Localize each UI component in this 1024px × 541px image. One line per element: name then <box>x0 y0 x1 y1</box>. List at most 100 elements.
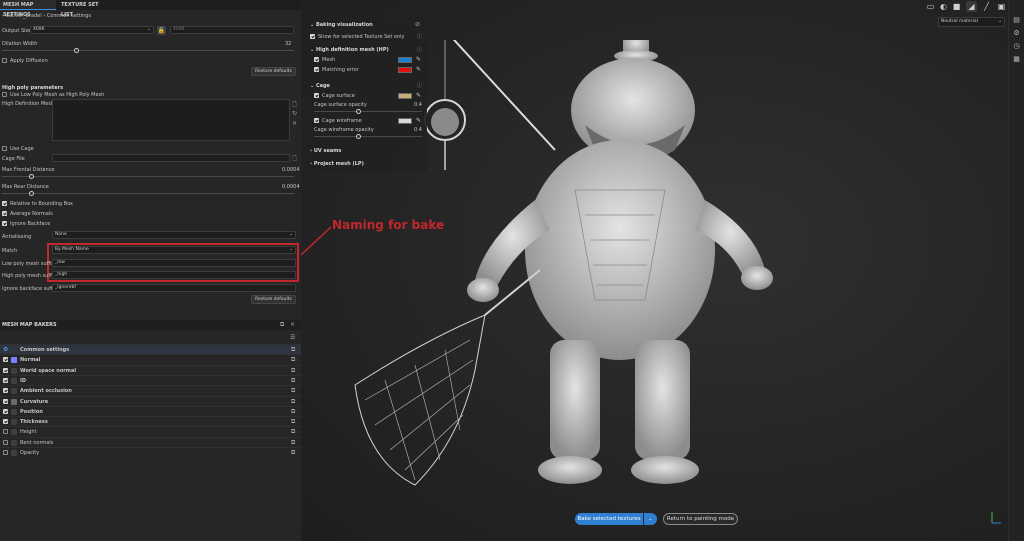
lock-icon[interactable]: 🔒 <box>157 26 166 35</box>
baker-checkbox[interactable] <box>3 450 8 455</box>
low-poly-suffix-input[interactable]: _low <box>52 259 296 267</box>
apply-diffusion-checkbox[interactable] <box>2 58 7 63</box>
tab-mesh-map-settings[interactable]: MESH MAP SETTINGS <box>0 0 56 18</box>
baker-row[interactable]: Bent normals ⧉ <box>0 436 301 447</box>
screenshot-icon[interactable]: ▣ <box>996 1 1007 12</box>
cage-file-field[interactable] <box>52 154 290 162</box>
cage-surface-opacity-slider[interactable] <box>314 111 422 112</box>
eyedropper-icon[interactable]: ✎ <box>416 92 421 99</box>
settings-icon[interactable]: ⚙ <box>1012 29 1021 38</box>
baker-row[interactable]: Normal ⧉ <box>0 354 301 364</box>
eye-off-icon[interactable]: ⊘ <box>415 21 420 28</box>
camera-icon[interactable]: ■ <box>951 1 962 12</box>
history-icon[interactable]: ◷ <box>1012 42 1021 51</box>
frame-icon[interactable]: ▭ <box>925 1 936 12</box>
baker-row[interactable]: ⚙ Common settings ⧉ <box>0 344 301 354</box>
bake-options-dropdown[interactable]: ⌄ <box>644 513 657 525</box>
baker-row[interactable]: World space normal ⧉ <box>0 364 301 375</box>
relative-bbox-checkbox[interactable] <box>2 201 7 206</box>
cage-surface-checkbox[interactable] <box>314 93 319 98</box>
baker-row[interactable]: Height ⧉ <box>0 426 301 436</box>
copy-settings-icon[interactable]: ⧉ <box>291 398 295 406</box>
matching-error-color-swatch[interactable] <box>398 67 412 73</box>
cage-surface-color-swatch[interactable] <box>398 93 412 99</box>
reload-icon[interactable]: ↻ <box>292 110 297 117</box>
baker-checkbox[interactable] <box>3 367 8 373</box>
baker-checkbox[interactable] <box>3 419 8 425</box>
display-icon[interactable]: ▦ <box>1012 55 1021 64</box>
baker-checkbox[interactable] <box>3 398 8 404</box>
dilation-width-slider[interactable] <box>2 50 294 51</box>
show-selected-checkbox[interactable] <box>310 34 315 39</box>
copy-settings-icon[interactable]: ⧉ <box>291 408 295 416</box>
tab-texture-set-list[interactable]: TEXTURE SET LIST <box>58 0 108 18</box>
copy-settings-icon[interactable]: ⧉ <box>291 387 295 395</box>
ignore-backface-checkbox[interactable] <box>2 221 7 226</box>
output-size-select[interactable]: 4096 ⌄ <box>30 26 154 34</box>
baker-checkbox[interactable] <box>3 429 8 435</box>
cage-wireframe-opacity-slider[interactable] <box>314 136 422 137</box>
use-low-poly-checkbox[interactable] <box>2 92 7 97</box>
layers-icon[interactable]: ▤ <box>1012 16 1021 25</box>
cage-wireframe-checkbox[interactable] <box>314 118 319 123</box>
bake-mode-icon[interactable]: ◢ <box>966 1 977 12</box>
copy-settings-icon[interactable]: ⧉ <box>291 428 295 436</box>
copy-settings-icon[interactable]: ⧉ <box>291 449 295 457</box>
copy-settings-icon[interactable]: ⧉ <box>291 367 295 375</box>
material-select[interactable]: Neutral material ⌄ <box>938 17 1005 27</box>
baker-checkbox[interactable] <box>3 357 8 363</box>
cage-wireframe-color-swatch[interactable] <box>398 118 412 124</box>
breadcrumb-project[interactable]: Catfish_Bradel <box>6 13 42 19</box>
baker-row[interactable]: Thickness ⧉ <box>0 416 301 426</box>
copy-settings-icon[interactable]: ⧉ <box>291 356 295 364</box>
uv-seams-heading[interactable]: › UV seams <box>310 148 341 154</box>
eyedropper-icon[interactable]: ✎ <box>416 66 421 73</box>
cage-surface-opacity-knob[interactable] <box>356 109 361 114</box>
baker-row[interactable]: Opacity ⧉ <box>0 447 301 457</box>
baker-row[interactable]: Ambient occlusion ⧉ <box>0 385 301 395</box>
file-icon[interactable]: 🗋 <box>292 154 297 164</box>
baker-checkbox[interactable] <box>3 408 8 414</box>
antialiasing-select[interactable]: None ⌄ <box>52 231 296 239</box>
close-icon[interactable]: × <box>290 321 295 328</box>
eyedropper-icon[interactable]: ✎ <box>416 117 421 124</box>
baker-checkbox[interactable] <box>3 439 8 445</box>
sphere-icon[interactable]: ◐ <box>938 1 949 12</box>
copy-icon[interactable]: ⧉ <box>280 321 284 329</box>
max-frontal-distance-knob[interactable] <box>29 174 34 179</box>
baker-checkbox[interactable] <box>3 388 8 394</box>
project-mesh-heading[interactable]: › Project mesh (LP) <box>310 161 364 167</box>
use-cage-checkbox[interactable] <box>2 146 7 151</box>
paint-brush-icon[interactable]: ╱ <box>981 1 992 12</box>
restore-defaults-button[interactable]: Restore defaults <box>251 295 296 304</box>
output-size-linked-select[interactable]: 4096 <box>170 26 294 34</box>
copy-settings-icon[interactable]: ⧉ <box>291 418 295 426</box>
baker-row[interactable]: Curvature ⧉ <box>0 395 301 406</box>
cage-wireframe-opacity-knob[interactable] <box>356 134 361 139</box>
dilation-width-knob[interactable] <box>74 48 79 53</box>
baker-row[interactable]: Position ⧉ <box>0 405 301 416</box>
max-rear-distance-slider[interactable] <box>2 193 294 194</box>
baker-checkbox[interactable] <box>3 377 8 383</box>
high-poly-suffix-input[interactable]: _high <box>52 271 296 279</box>
mesh-checkbox[interactable] <box>314 57 319 62</box>
return-to-painting-mode-button[interactable]: Return to painting mode <box>663 513 738 525</box>
restore-defaults-button[interactable]: Restore defaults <box>251 67 296 76</box>
matching-error-checkbox[interactable] <box>314 67 319 72</box>
copy-settings-icon[interactable]: ⧉ <box>291 377 295 385</box>
mesh-color-swatch[interactable] <box>398 57 412 63</box>
copy-settings-icon[interactable]: ⧉ <box>291 439 295 447</box>
high-definition-meshes-list[interactable] <box>52 99 290 141</box>
bake-selected-textures-button[interactable]: Bake selected textures <box>575 513 643 525</box>
file-icon[interactable]: 🗋 <box>292 100 297 110</box>
baker-row[interactable]: ID ⧉ <box>0 374 301 385</box>
max-rear-distance-knob[interactable] <box>29 191 34 196</box>
average-normals-checkbox[interactable] <box>2 211 7 216</box>
close-icon[interactable]: × <box>292 120 297 127</box>
match-select[interactable]: By Mesh Name ⌄ <box>52 246 296 254</box>
copy-settings-icon[interactable]: ⧉ <box>291 346 295 354</box>
list-icon[interactable]: ☰ <box>290 334 295 341</box>
eyedropper-icon[interactable]: ✎ <box>416 56 421 63</box>
max-frontal-distance-slider[interactable] <box>2 176 294 177</box>
ignore-backface-suffix-input[interactable]: _ignorebf <box>52 284 296 292</box>
